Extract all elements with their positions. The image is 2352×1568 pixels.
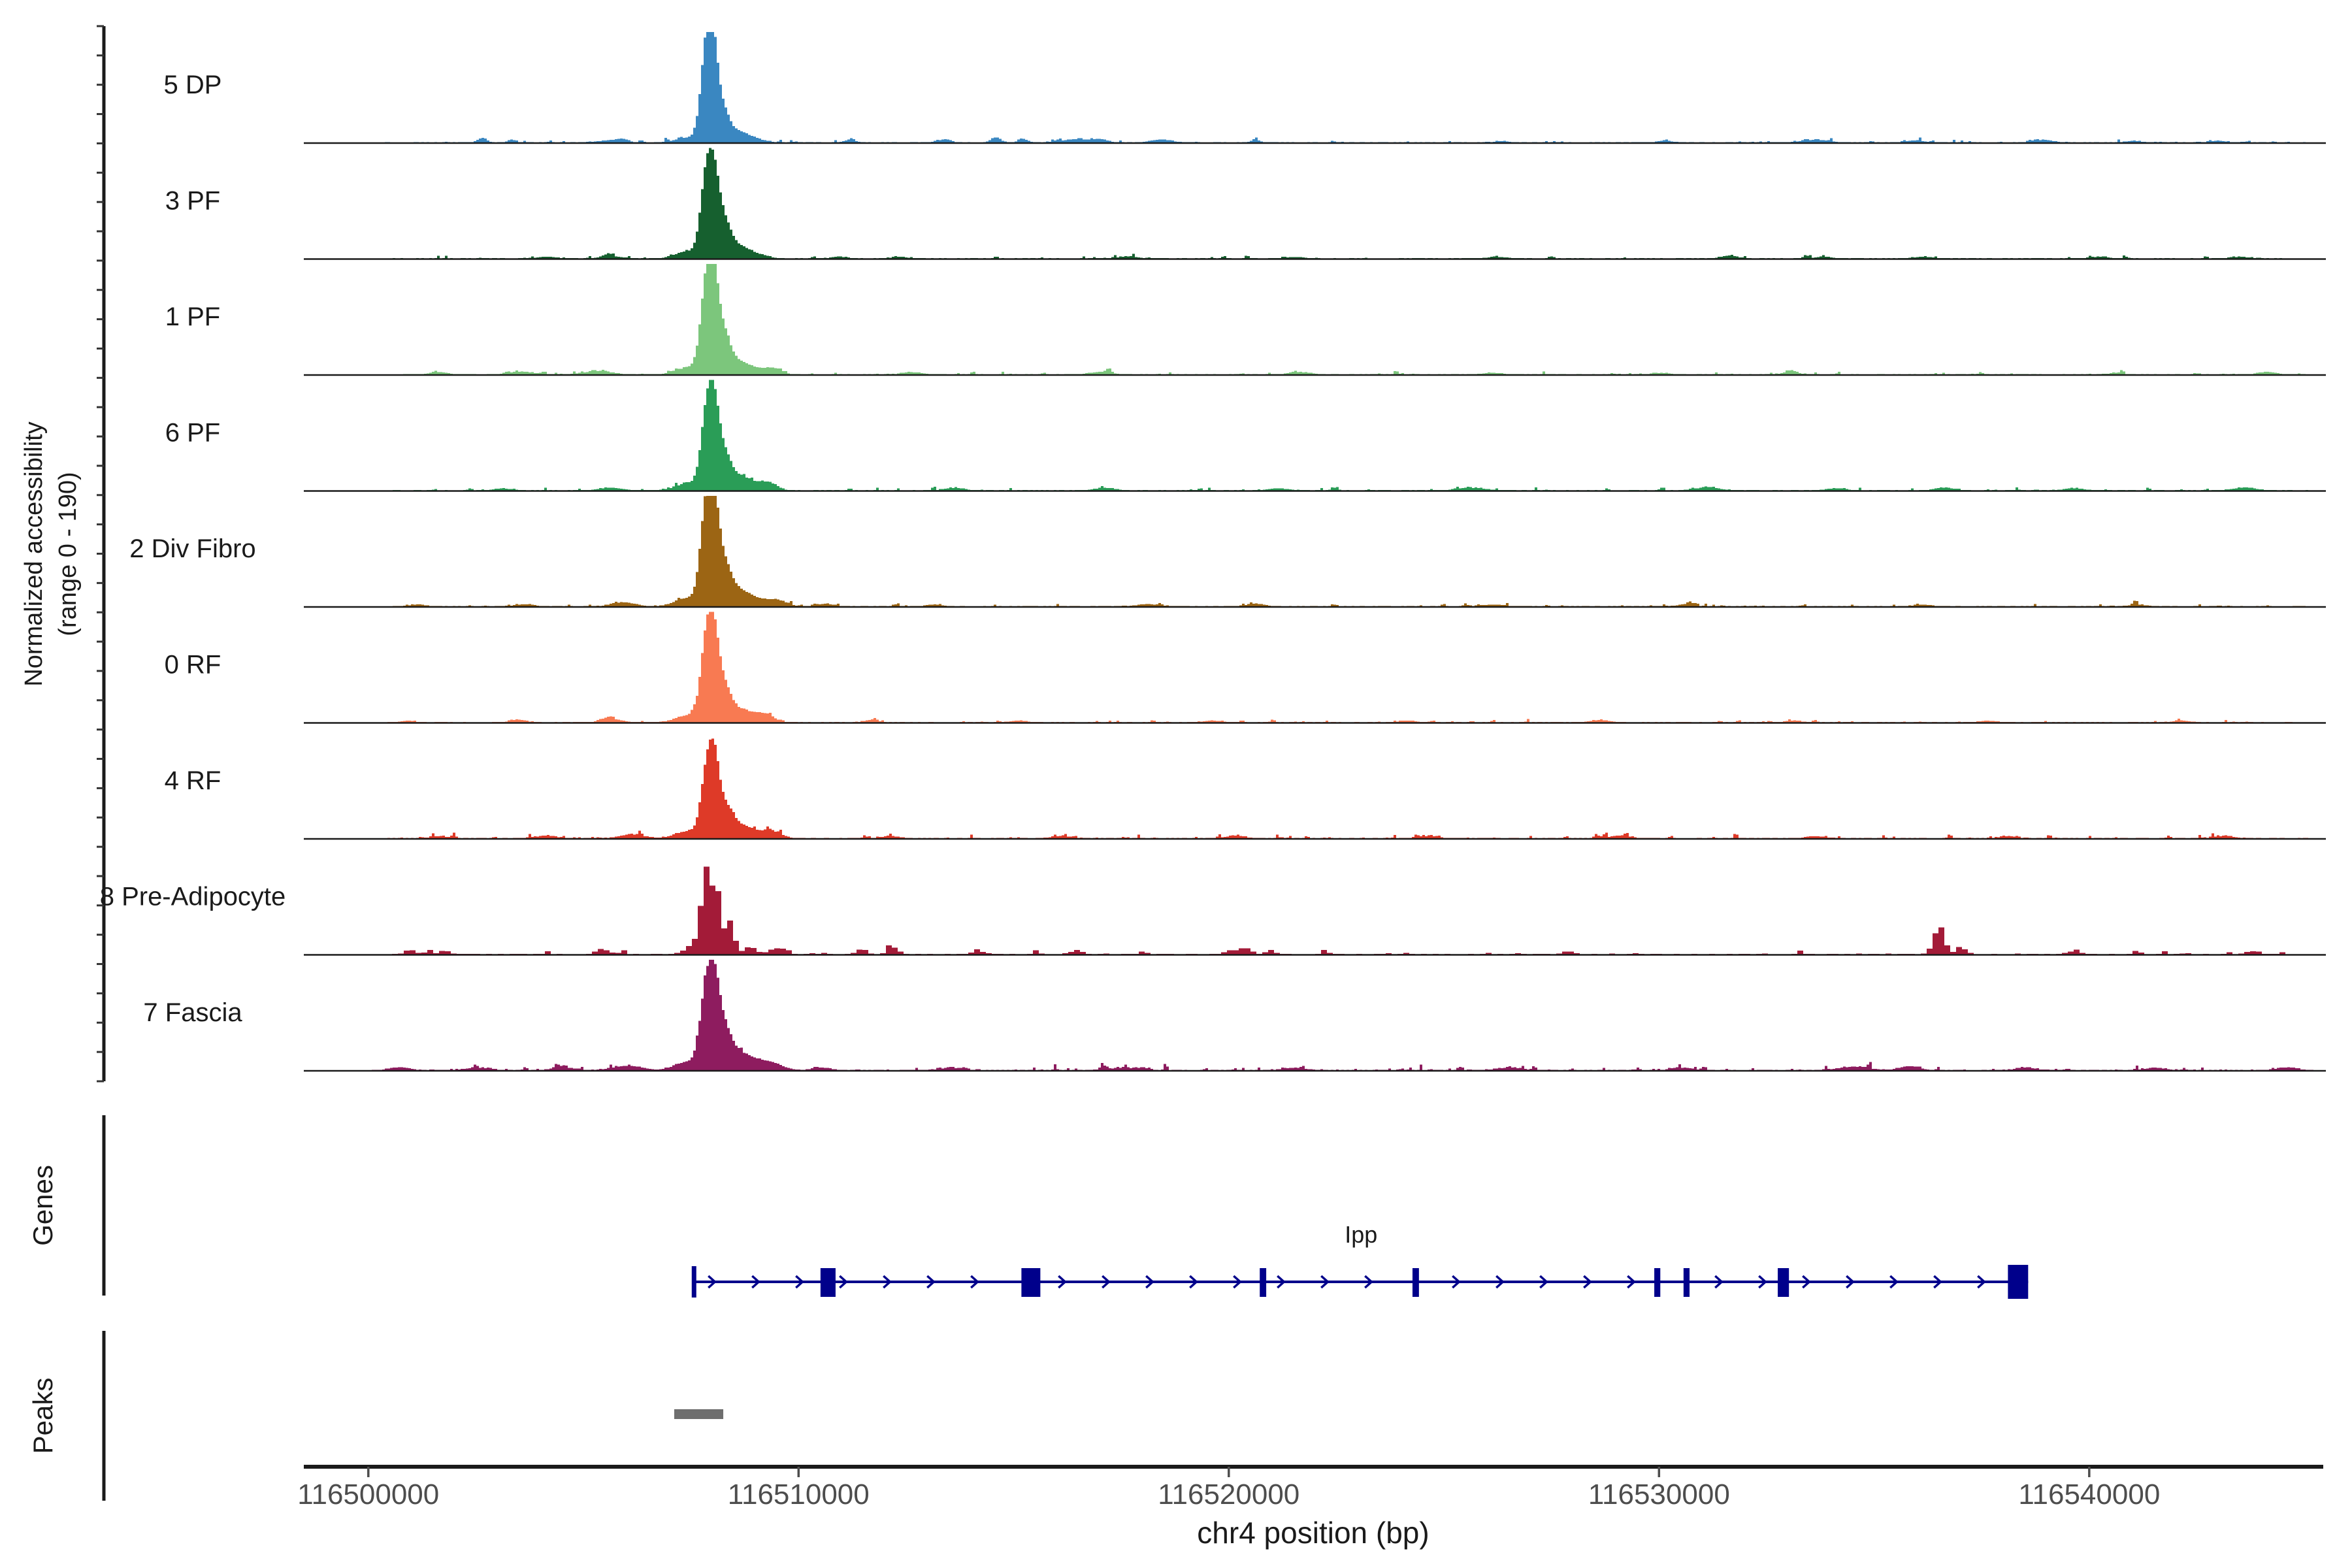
called-peak-regions: [674, 1409, 723, 1419]
x-axis-tick-label: 116510000: [728, 1478, 870, 1511]
gene-exon: [1654, 1268, 1660, 1297]
gene-exon: [2008, 1265, 2028, 1299]
track-label: 2 Div Fibro: [129, 534, 255, 563]
track-label: 3 PF: [165, 187, 220, 216]
track-label: 1 PF: [165, 302, 220, 331]
genome-browser-figure: Normalized accessibility (range 0 - 190)…: [0, 0, 2352, 1568]
gene-exon: [1778, 1268, 1789, 1297]
genes-section-label: Genes: [27, 1165, 58, 1246]
gene-exon: [1684, 1268, 1690, 1297]
figure-background: [0, 0, 2352, 1568]
y-axis-title-line1: Normalized accessibility: [20, 421, 48, 686]
gene-tss-bar: [692, 1266, 696, 1298]
x-axis-tick-label: 116500000: [297, 1478, 439, 1511]
x-axis-title: chr4 position (bp): [1197, 1516, 1429, 1550]
track-label: 0 RF: [165, 651, 221, 679]
peaks-section-label: Peaks: [27, 1378, 58, 1454]
peak-region: [674, 1409, 723, 1419]
track-label: 4 RF: [165, 766, 221, 795]
track-label: 5 DP: [164, 71, 222, 99]
x-axis-tick-label: 116520000: [1158, 1478, 1299, 1511]
track-label: 8 Pre-Adipocyte: [100, 883, 286, 911]
gene-exon: [1260, 1268, 1266, 1297]
track-label: 6 PF: [165, 419, 220, 448]
gene-exon: [821, 1268, 836, 1297]
x-axis-tick-label: 116540000: [2018, 1478, 2160, 1511]
gene-exon: [1021, 1268, 1040, 1297]
gene-name-label: Ipp: [1345, 1221, 1377, 1248]
gene-exon: [1413, 1268, 1419, 1297]
y-axis-title-line2: (range 0 - 190): [54, 472, 82, 636]
x-axis-tick-label: 116530000: [1588, 1478, 1730, 1511]
track-label: 7 Fascia: [143, 998, 242, 1027]
